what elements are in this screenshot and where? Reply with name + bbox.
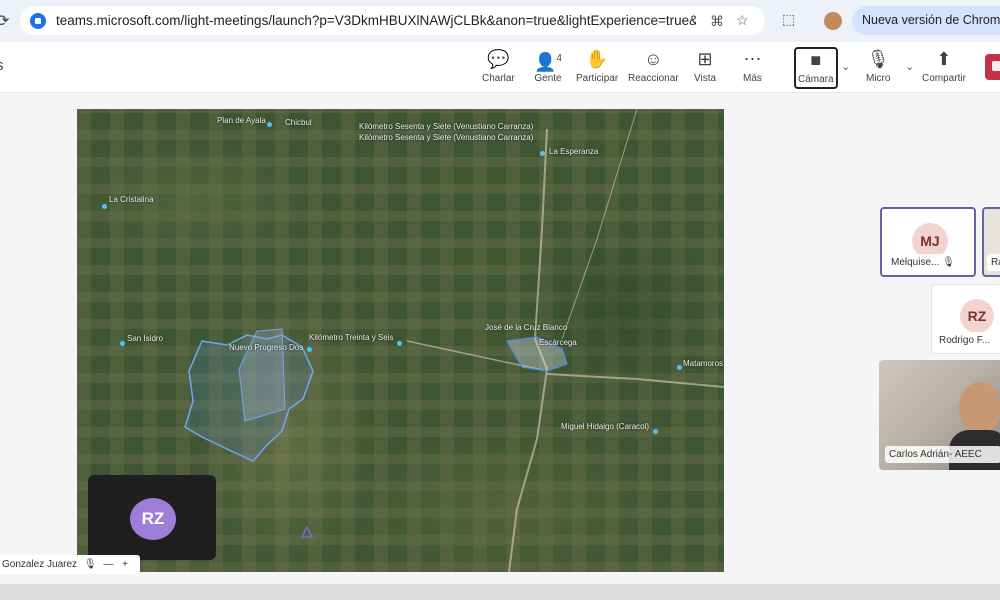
participant-name: Carlos Adrián- AEEC (885, 446, 1000, 463)
people-icon: 👤4 (534, 52, 562, 72)
participant-tile-rodrigo[interactable]: RZ Rodrigo F... (931, 284, 1000, 354)
place-label: La Esperanza (549, 147, 599, 156)
highway-east (546, 373, 724, 388)
share-button[interactable]: ⬆ Compartir (922, 48, 966, 84)
place-pin (102, 204, 107, 209)
extensions-icon[interactable]: ⬚ (782, 11, 795, 28)
self-avatar: RZ (130, 498, 176, 540)
participant-avatar: RZ (960, 299, 994, 333)
place-label: Miguel Hidalgo (Caracol) (561, 422, 650, 431)
place-label: La Cristalina (109, 195, 154, 204)
browser-bar: ⟳ teams.microsoft.com/light-meetings/lau… (0, 0, 1000, 43)
camera-options-chevron-icon[interactable]: ⌄ (841, 60, 850, 73)
grid-view-icon: ⊞ (697, 49, 713, 69)
leave-call-button[interactable] (985, 54, 1000, 80)
chrome-update-button[interactable]: Nueva versión de Chrome d (852, 6, 1000, 35)
place-pin (397, 341, 402, 346)
microphone-icon: 🎙 (866, 49, 890, 69)
place-label: Kilómetro Sesenta y Siete (Venustiano Ca… (359, 122, 534, 131)
place-pin (267, 122, 272, 127)
participant-name: Ra (987, 254, 1000, 271)
place-label: Kilómetro Treinta y Seis (309, 333, 394, 342)
place-pin (677, 365, 682, 370)
window-bottom-edge (0, 584, 1000, 600)
react-button[interactable]: ☺ Reaccionar (628, 48, 679, 84)
microphone-icon: 🎙 (942, 257, 955, 268)
camera-button[interactable]: ■ Cámara (794, 47, 838, 89)
raise-hand-button[interactable]: ✋ Participar (576, 48, 618, 84)
reload-icon[interactable]: ⟳ (0, 11, 9, 31)
place-label: Kilómetro Sesenta y Siete (Venustiano Ca… (359, 133, 534, 142)
expand-plus-icon[interactable]: + (122, 559, 128, 570)
meeting-title-fragment: s (0, 57, 4, 74)
place-pin (307, 347, 312, 352)
microphone-icon: 🎙 (83, 559, 97, 570)
mic-button[interactable]: 🎙 Micro (866, 48, 890, 84)
chat-icon: 💬 (487, 49, 510, 69)
video-camera-icon: ■ (810, 50, 822, 70)
place-label: Plan de Ayala (217, 116, 266, 125)
participant-name: Rodrigo F... (935, 332, 1000, 349)
minimize-icon[interactable]: — (103, 559, 113, 570)
more-button[interactable]: ⋯ Más (743, 48, 762, 84)
self-name: Gonzalez Juarez (2, 559, 78, 570)
mic-options-chevron-icon[interactable]: ⌄ (905, 60, 914, 73)
address-bar[interactable]: teams.microsoft.com/light-meetings/launc… (20, 6, 765, 35)
meeting-toolbar: s 💬 Charlar 👤4 Gente ✋ Participar ☺ Reac… (0, 42, 1000, 93)
hand-icon: ✋ (585, 49, 609, 69)
more-dots-icon: ⋯ (743, 49, 762, 69)
road-northeast (561, 109, 638, 340)
participant-tile-partial[interactable]: Ra (982, 207, 1000, 277)
participant-video-face (959, 382, 1000, 434)
place-label: San Isidro (127, 334, 164, 343)
translate-icon[interactable]: ⌘ (710, 13, 724, 30)
self-name-bar: Gonzalez Juarez 🎙 — + (0, 555, 140, 574)
view-button[interactable]: ⊞ Vista (694, 48, 716, 84)
place-label: José de la Cruz Blanco (485, 323, 568, 332)
place-label: Chicbul (285, 118, 312, 127)
teams-site-icon (30, 13, 46, 29)
participant-name: Melquise... 🎙 (887, 254, 961, 271)
bookmark-star-icon[interactable]: ☆ (736, 12, 749, 29)
place-label: Escárcega (539, 338, 577, 347)
emoji-icon: ☺ (644, 49, 663, 69)
share-screen-icon: ⬆ (936, 49, 952, 69)
participant-tile-carlos[interactable]: Carlos Adrián- AEEC (879, 360, 1000, 470)
triangle-marker (300, 525, 314, 538)
place-pin (120, 341, 125, 346)
place-label: Nuevo Progreso Dos (229, 343, 304, 352)
url-text[interactable]: teams.microsoft.com/light-meetings/launc… (56, 13, 696, 28)
people-button[interactable]: 👤4 Gente (534, 48, 562, 84)
participant-tile-mj[interactable]: MJ Melquise... 🎙 (880, 207, 976, 277)
place-pin (540, 151, 545, 156)
place-pin (653, 429, 658, 434)
profile-avatar[interactable] (824, 12, 842, 30)
place-label: Matamoros (683, 359, 724, 368)
chat-button[interactable]: 💬 Charlar (482, 48, 515, 84)
